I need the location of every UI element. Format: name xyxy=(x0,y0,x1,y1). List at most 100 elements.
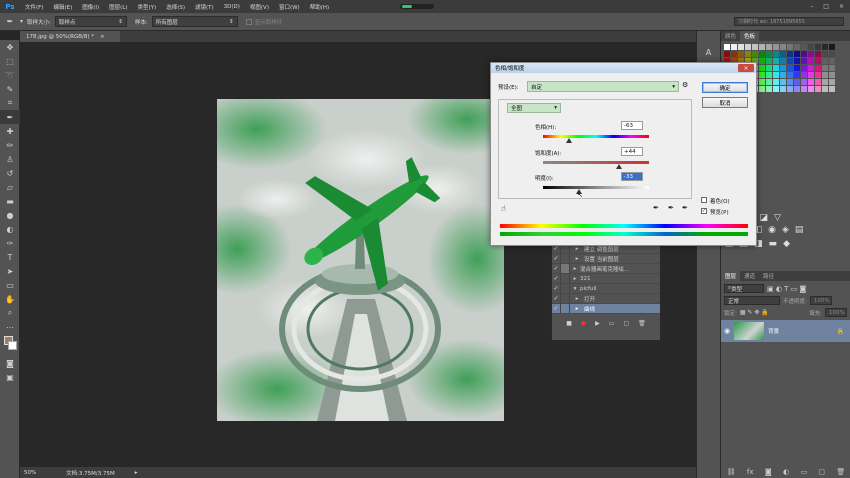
swatch[interactable] xyxy=(822,79,828,85)
menu-layer[interactable]: 图层(L) xyxy=(109,3,127,11)
lightness-input[interactable]: -33 xyxy=(621,172,643,181)
swatch[interactable] xyxy=(745,51,751,57)
menu-3d[interactable]: 3D(D) xyxy=(224,4,240,10)
action-row[interactable]: ✓ ▸ 打开 xyxy=(552,294,660,304)
gradient-tool-icon[interactable]: ▬ xyxy=(0,194,20,208)
swatch[interactable] xyxy=(794,72,800,78)
swatch[interactable] xyxy=(780,72,786,78)
swatch[interactable] xyxy=(780,79,786,85)
action-row-selected[interactable]: ✓ ▸ 曲线 xyxy=(552,304,660,314)
swatch[interactable] xyxy=(766,72,772,78)
screen-mode-icon[interactable]: ▣ xyxy=(0,370,20,384)
swatch[interactable] xyxy=(808,44,814,50)
color-lookup-icon[interactable]: ▤ xyxy=(795,225,804,235)
swatch[interactable] xyxy=(759,86,765,92)
preset-select[interactable]: 自定 ▾ xyxy=(527,81,679,92)
chevron-down-icon[interactable]: ▾ xyxy=(20,18,23,25)
swatch[interactable] xyxy=(808,72,814,78)
dialog-close-icon[interactable]: × xyxy=(738,64,754,72)
swatch[interactable] xyxy=(801,51,807,57)
swatch[interactable] xyxy=(829,79,835,85)
action-row[interactable]: ✓ ▾ picfull xyxy=(552,284,660,294)
swatch[interactable] xyxy=(808,65,814,71)
menu-file[interactable]: 文件(F) xyxy=(25,3,43,11)
action-row[interactable]: ✓ ▸ 321 xyxy=(552,274,660,284)
swatch[interactable] xyxy=(752,44,758,50)
vibrance-icon[interactable]: ▽ xyxy=(774,213,781,223)
path-select-icon[interactable]: ➤ xyxy=(0,264,20,278)
swatch[interactable] xyxy=(808,86,814,92)
swatch[interactable] xyxy=(787,79,793,85)
swatch[interactable] xyxy=(822,51,828,57)
action-row[interactable]: ✓ ▸ 设置 当前图层 xyxy=(552,254,660,264)
swatch[interactable] xyxy=(794,86,800,92)
pen-tool-icon[interactable]: ✑ xyxy=(0,236,20,250)
eraser-tool-icon[interactable]: ▱ xyxy=(0,180,20,194)
menu-window[interactable]: 窗口(W) xyxy=(279,3,300,11)
sample-select[interactable]: 所有图层 ⇕ xyxy=(151,16,238,27)
swatch[interactable] xyxy=(815,58,821,64)
swatch[interactable] xyxy=(759,72,765,78)
workspace-select[interactable]: 习相时代 wx: 18751895655 xyxy=(734,17,844,26)
action-row[interactable]: ✓ ▸ 混合器画笔克隆绘... xyxy=(552,264,660,274)
swatch[interactable] xyxy=(794,44,800,50)
swatch[interactable] xyxy=(731,51,737,57)
swatch[interactable] xyxy=(815,79,821,85)
swatch[interactable] xyxy=(801,86,807,92)
swatch[interactable] xyxy=(766,58,772,64)
eyedropper-plus-icon[interactable]: ✒ xyxy=(668,204,674,212)
preset-options-icon[interactable]: ⚙ xyxy=(682,81,688,89)
stop-icon[interactable]: ■ xyxy=(566,320,572,327)
zoom-tool-icon[interactable]: ⌕ xyxy=(0,306,20,320)
menu-type[interactable]: 类型(Y) xyxy=(138,3,157,11)
swatch[interactable] xyxy=(794,51,800,57)
swatch[interactable] xyxy=(822,72,828,78)
marquee-tool-icon[interactable]: ⬚ xyxy=(0,54,20,68)
blur-tool-icon[interactable]: ● xyxy=(0,208,20,222)
document-tab[interactable]: 178.jpg @ 50%(RGB/8) * × xyxy=(20,31,120,42)
delete-action-icon[interactable]: 🗑 xyxy=(638,320,646,327)
swatch[interactable] xyxy=(829,72,835,78)
group-icon[interactable]: ▭ xyxy=(800,468,807,476)
swatch[interactable] xyxy=(787,44,793,50)
new-action-icon[interactable]: ▢ xyxy=(623,320,629,327)
swatch[interactable] xyxy=(745,44,751,50)
menu-view[interactable]: 视图(V) xyxy=(250,3,269,11)
crop-tool-icon[interactable]: ⌗ xyxy=(0,96,20,110)
swatch[interactable] xyxy=(787,51,793,57)
swatch[interactable] xyxy=(724,51,730,57)
swatch[interactable] xyxy=(759,79,765,85)
swatch[interactable] xyxy=(822,65,828,71)
blend-mode-select[interactable]: 正常 xyxy=(724,296,780,305)
swatch[interactable] xyxy=(822,44,828,50)
swatch[interactable] xyxy=(780,86,786,92)
menu-select[interactable]: 选择(S) xyxy=(166,3,185,11)
eye-icon[interactable]: ◉ xyxy=(724,327,730,335)
menu-filter[interactable]: 滤镜(T) xyxy=(195,3,214,11)
swatch[interactable] xyxy=(759,51,765,57)
swatch[interactable] xyxy=(829,58,835,64)
swatch[interactable] xyxy=(759,58,765,64)
extra-tools-icon[interactable]: ⋯ xyxy=(0,320,20,334)
swatch[interactable] xyxy=(787,86,793,92)
swatch[interactable] xyxy=(829,51,835,57)
sample-size-select[interactable]: 取样点 ⇕ xyxy=(54,16,127,27)
lock-icons[interactable]: ▦ ✎ ✥ 🔒 xyxy=(740,309,769,316)
hand-tool-icon[interactable]: ✋ xyxy=(0,292,20,306)
tab-swatches[interactable]: 色板 xyxy=(740,31,760,41)
record-icon[interactable]: ● xyxy=(581,320,586,327)
swatch[interactable] xyxy=(773,65,779,71)
colorize-checkbox[interactable] xyxy=(701,197,707,203)
swatch[interactable] xyxy=(801,58,807,64)
filter-icons[interactable]: ▣ ◐ T ▭ ◙ xyxy=(767,285,806,293)
menu-edit[interactable]: 编辑(E) xyxy=(53,3,72,11)
swatch[interactable] xyxy=(815,65,821,71)
eyedropper-minus-icon[interactable]: ✒ xyxy=(682,204,688,212)
swatch[interactable] xyxy=(773,86,779,92)
type-tool-icon[interactable]: T xyxy=(0,250,20,264)
swatch[interactable] xyxy=(829,44,835,50)
stamp-tool-icon[interactable]: ♙ xyxy=(0,152,20,166)
swatch[interactable] xyxy=(787,65,793,71)
layer-row-background[interactable]: ◉ 背景 🔒 xyxy=(721,320,850,342)
swatch[interactable] xyxy=(808,58,814,64)
